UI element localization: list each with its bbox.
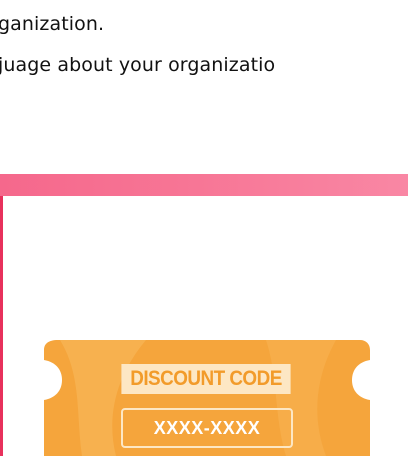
discount-code-value: XXXX-XXXX (121, 408, 293, 448)
intro-text-line-1: ganization. (0, 13, 105, 35)
intro-text-line-2: juage about your organizatio (0, 54, 276, 76)
card-left-accent (0, 196, 3, 456)
card-header-band (0, 174, 408, 196)
discount-code-title: DISCOUNT CODE (121, 364, 291, 394)
